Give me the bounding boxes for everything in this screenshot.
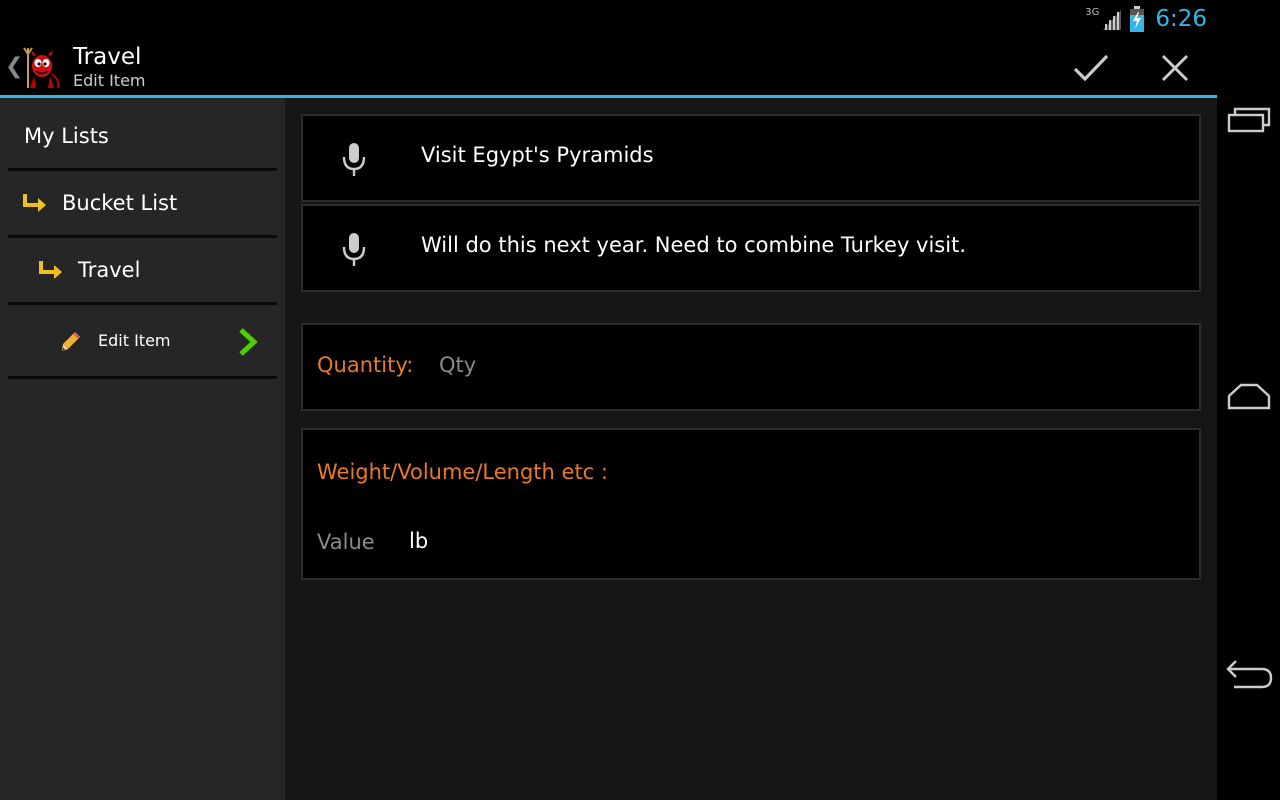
home-icon [1227, 383, 1271, 410]
unit-selector[interactable]: lb [409, 529, 428, 553]
clock: 6:26 [1155, 6, 1207, 32]
sidebar-item-edit-item[interactable]: Edit Item [8, 305, 277, 379]
sidebar: My Lists Bucket List Travel Edit Item [0, 98, 285, 800]
save-button[interactable] [1067, 48, 1115, 88]
signal-icon [1103, 10, 1122, 30]
sidebar-item-label: Edit Item [98, 331, 171, 350]
back-icon [1226, 660, 1273, 689]
quantity-row: Quantity: Qty [301, 323, 1201, 411]
chevron-right-icon [239, 328, 258, 356]
pencil-icon [62, 331, 80, 351]
item-name-input[interactable]: Visit Egypt's Pyramids [421, 143, 654, 167]
checkmark-icon [1073, 54, 1109, 82]
microphone-icon[interactable] [341, 232, 367, 268]
item-note-field[interactable]: Will do this next year. Need to combine … [301, 204, 1201, 292]
app-logo[interactable] [20, 44, 64, 92]
sidebar-item-label: Travel [78, 258, 141, 282]
navigation-bar [1217, 0, 1280, 800]
recent-apps-button[interactable] [1223, 95, 1275, 145]
title-block: Travel Edit Item [73, 43, 146, 91]
sidebar-item-my-lists[interactable]: My Lists [8, 104, 277, 171]
page-subtitle: Edit Item [73, 71, 146, 90]
home-button[interactable] [1223, 372, 1275, 422]
item-note-input[interactable]: Will do this next year. Need to combine … [421, 233, 966, 257]
page-title: Travel [73, 44, 142, 70]
sidebar-item-label: Bucket List [62, 191, 178, 215]
weight-label: Weight/Volume/Length etc : [317, 460, 608, 484]
back-button[interactable] [1223, 650, 1275, 700]
subitem-arrow-icon [23, 194, 46, 212]
sidebar-item-bucket-list[interactable]: Bucket List [8, 171, 277, 238]
action-bar: ❮ Travel Edit Item [0, 38, 1217, 95]
status-bar: 3G 6:26 [0, 0, 1217, 38]
quantity-input[interactable]: Qty [439, 353, 1179, 377]
sidebar-item-label: My Lists [24, 124, 109, 148]
microphone-icon[interactable] [341, 142, 367, 178]
item-name-field[interactable]: Visit Egypt's Pyramids [301, 114, 1201, 202]
subitem-arrow-icon [39, 261, 62, 279]
status-icons: 3G 6:26 [1085, 4, 1207, 34]
recent-apps-icon [1227, 107, 1271, 133]
quantity-label: Quantity: [317, 353, 414, 377]
value-input[interactable]: Value [317, 530, 375, 554]
cancel-button[interactable] [1151, 48, 1199, 88]
weight-section: Weight/Volume/Length etc : Value lb [301, 428, 1201, 580]
network-type: 3G [1085, 6, 1100, 18]
battery-charging-icon [1130, 6, 1145, 32]
sidebar-item-travel[interactable]: Travel [8, 238, 277, 305]
edit-item-form: Visit Egypt's Pyramids Will do this next… [285, 98, 1217, 800]
close-icon [1161, 54, 1189, 82]
